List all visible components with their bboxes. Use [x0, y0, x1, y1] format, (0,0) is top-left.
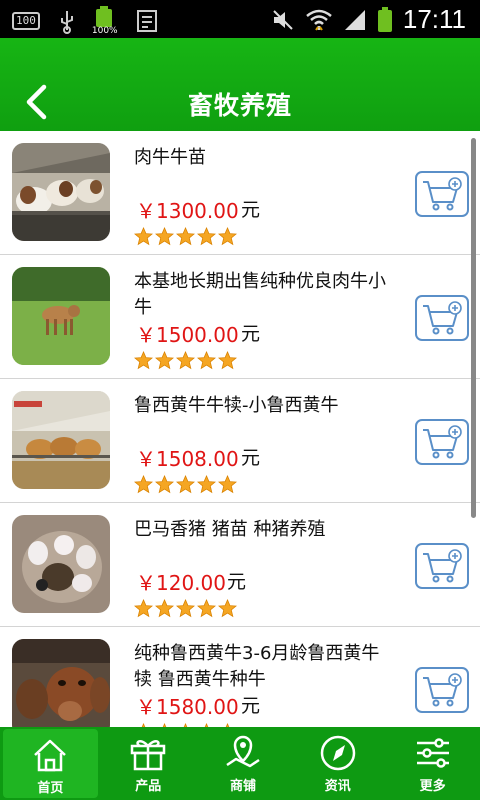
rating-stars [134, 351, 237, 370]
tab-shops[interactable]: 商铺 [196, 727, 291, 800]
cart-plus-icon [423, 673, 462, 707]
product-thumbnail [12, 267, 110, 365]
cart-plus-icon [423, 549, 462, 583]
battery-full-icon [95, 6, 112, 27]
star-icon [155, 475, 174, 494]
status-bar: 100 100% 17:11 [0, 0, 480, 38]
price-unit: 元 [241, 199, 261, 221]
product-title[interactable]: 本基地长期出售纯种优良肉牛小牛 [134, 269, 394, 321]
rating-stars [134, 599, 237, 618]
product-title[interactable]: 肉牛牛苗 [134, 145, 394, 171]
star-icon [134, 227, 153, 246]
star-icon [197, 227, 216, 246]
add-to-cart-button[interactable] [415, 667, 469, 713]
product-thumbnail [12, 515, 110, 613]
rating-stars [134, 227, 237, 246]
star-icon [197, 599, 216, 618]
battery-status: 100% [91, 6, 120, 36]
cart-plus-icon [423, 177, 462, 211]
app-header: 畜牧养殖 [0, 38, 480, 131]
bottom-tab-bar: 首页 产品 商铺 资讯 更多 [0, 727, 480, 800]
product-price: ￥1580.00 [136, 695, 239, 719]
star-icon [134, 475, 153, 494]
gift-icon [130, 740, 166, 771]
star-icon [155, 351, 174, 370]
tab-more[interactable]: 更多 [385, 727, 480, 800]
star-icon [218, 227, 237, 246]
add-to-cart-button[interactable] [415, 295, 469, 341]
mute-icon [273, 9, 293, 30]
battery-percent-text: 100% [91, 26, 118, 36]
product-row[interactable]: 纯种鲁西黄牛3-6月龄鲁西黄牛犊 鲁西黄牛种牛 ￥1580.00 元 [0, 627, 480, 727]
product-row[interactable]: 肉牛牛苗 ￥1300.00 元 [0, 131, 480, 255]
product-row[interactable]: 巴马香猪 猪苗 种猪养殖 ￥120.00 元 [0, 503, 480, 627]
product-row[interactable]: 鲁西黄牛牛犊-小鲁西黄牛 ￥1508.00 元 [0, 379, 480, 503]
add-to-cart-button[interactable] [415, 419, 469, 465]
product-price: ￥1300.00 [136, 199, 239, 223]
tab-label: 商铺 [229, 779, 256, 794]
tab-label: 产品 [135, 779, 162, 794]
wifi-icon [306, 9, 332, 31]
product-price: ￥1500.00 [136, 323, 239, 347]
add-to-cart-button[interactable] [415, 171, 469, 217]
star-icon [176, 227, 195, 246]
product-thumbnail [12, 639, 110, 727]
product-row[interactable]: 本基地长期出售纯种优良肉牛小牛 ￥1500.00 元 [0, 255, 480, 379]
scrollbar[interactable] [471, 138, 476, 518]
rating-stars [134, 475, 237, 494]
price-unit: 元 [241, 323, 261, 345]
price-unit: 元 [227, 571, 247, 593]
sim-card-icon [136, 10, 157, 32]
cart-plus-icon [423, 301, 462, 335]
tab-products[interactable]: 产品 [101, 727, 196, 800]
product-title[interactable]: 纯种鲁西黄牛3-6月龄鲁西黄牛犊 鲁西黄牛种牛 [134, 641, 394, 693]
star-icon [155, 227, 174, 246]
tab-label: 首页 [37, 781, 64, 796]
sliders-icon [416, 738, 449, 768]
notification-badge: 100 [12, 12, 40, 30]
product-title[interactable]: 鲁西黄牛牛犊-小鲁西黄牛 [134, 393, 394, 419]
star-icon [197, 351, 216, 370]
price-unit: 元 [241, 447, 261, 469]
tab-label: 更多 [419, 779, 446, 794]
product-price: ￥1508.00 [136, 447, 239, 471]
add-to-cart-button[interactable] [415, 543, 469, 589]
star-icon [134, 599, 153, 618]
product-thumbnail [12, 391, 110, 489]
star-icon [155, 599, 174, 618]
tab-news[interactable]: 资讯 [290, 727, 385, 800]
star-icon [197, 475, 216, 494]
star-icon [176, 475, 195, 494]
product-thumbnail [12, 143, 110, 241]
cart-plus-icon [423, 425, 462, 459]
usb-icon [60, 11, 73, 34]
product-list[interactable]: 肉牛牛苗 ￥1300.00 元 本基地长期出售纯种优良肉牛小牛 ￥1500.00… [0, 131, 480, 727]
star-icon [218, 351, 237, 370]
map-icon [226, 735, 260, 768]
battery-icon [377, 6, 392, 32]
clock: 17:11 [402, 4, 466, 34]
product-price: ￥120.00 [136, 571, 226, 595]
star-icon [176, 351, 195, 370]
star-icon [134, 351, 153, 370]
tab-label: 资讯 [324, 779, 351, 794]
compass-icon [320, 735, 356, 771]
page-title: 畜牧养殖 [187, 91, 292, 120]
star-icon [218, 475, 237, 494]
price-unit: 元 [241, 695, 261, 717]
star-icon [218, 599, 237, 618]
signal-icon [344, 9, 365, 30]
product-title[interactable]: 巴马香猪 猪苗 种猪养殖 [134, 517, 394, 543]
home-icon [34, 739, 67, 772]
tab-home[interactable]: 首页 [3, 729, 98, 798]
star-icon [176, 599, 195, 618]
